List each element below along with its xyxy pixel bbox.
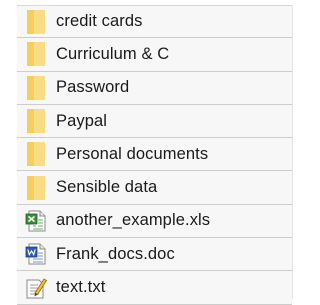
list-item-file[interactable]: another_example.xls: [17, 204, 292, 239]
item-label: credit cards: [56, 12, 143, 31]
folder-icon: [22, 8, 50, 36]
item-label: Paypal: [56, 111, 108, 130]
folder-icon: [22, 107, 50, 135]
file-list: credit cards Curriculum & C Password Pay…: [17, 5, 293, 305]
list-item-folder[interactable]: Paypal: [17, 104, 292, 139]
folder-icon: [22, 74, 50, 102]
folder-icon: [22, 174, 50, 202]
folder-icon: [22, 40, 50, 68]
list-item-folder[interactable]: Sensible data: [17, 171, 292, 205]
item-label: Frank_docs.doc: [56, 244, 175, 263]
item-label: text.txt: [56, 278, 106, 297]
item-label: Curriculum & C: [56, 44, 170, 63]
excel-file-icon: [22, 207, 50, 235]
item-label: another_example.xls: [56, 211, 211, 230]
word-file-icon: [22, 240, 50, 268]
item-label: Personal documents: [56, 144, 209, 163]
list-item-folder[interactable]: Curriculum & C: [17, 38, 292, 72]
list-item-folder[interactable]: credit cards: [17, 5, 292, 39]
text-file-icon: [22, 274, 50, 302]
list-item-file[interactable]: text.txt: [17, 271, 292, 305]
folder-icon: [22, 140, 50, 168]
list-item-folder[interactable]: Password: [17, 71, 292, 105]
list-item-file[interactable]: Frank_docs.doc: [17, 238, 292, 272]
item-label: Password: [56, 78, 130, 97]
item-label: Sensible data: [56, 178, 158, 197]
list-item-folder[interactable]: Personal documents: [17, 138, 292, 172]
